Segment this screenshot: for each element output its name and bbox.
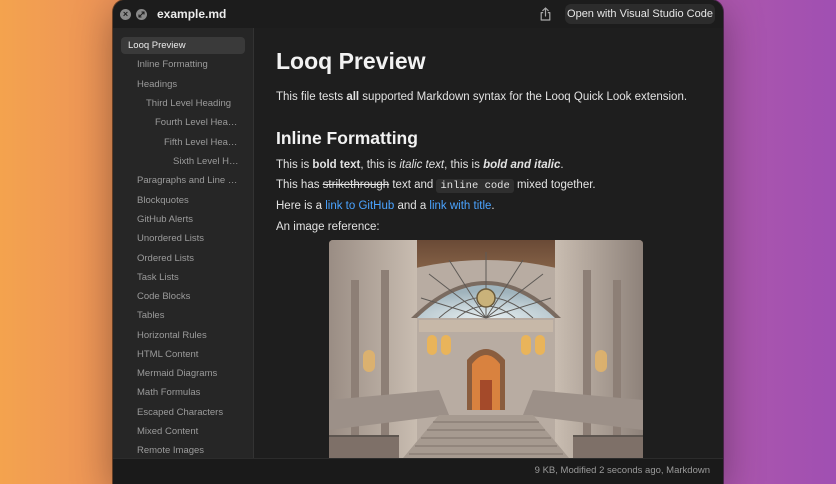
image-reference-label: An image reference: xyxy=(276,221,380,233)
page-title: Looq Preview xyxy=(276,48,426,74)
sidebar-item-paragraphs[interactable]: Paragraphs and Line Breaks xyxy=(121,172,245,189)
status-bar: 9 KB, Modified 2 seconds ago, Markdown xyxy=(113,458,723,484)
sidebar-item-remote-images[interactable]: Remote Images xyxy=(121,442,245,458)
sidebar-item-headings[interactable]: Headings xyxy=(121,76,245,93)
formatting-line-3: Here is a link to GitHub and a link with… xyxy=(276,200,495,212)
sidebar-item-mixed-content[interactable]: Mixed Content xyxy=(121,423,245,440)
sidebar-item-looq-preview[interactable]: Looq Preview xyxy=(121,37,245,54)
sidebar-item-blockquotes[interactable]: Blockquotes xyxy=(121,192,245,209)
sidebar-item-code-blocks[interactable]: Code Blocks xyxy=(121,288,245,305)
section-heading-inline-formatting: Inline Formatting xyxy=(276,128,418,148)
markdown-preview: Looq Preview This file tests all support… xyxy=(254,28,723,458)
formatting-line-1: This is bold text, this is italic text, … xyxy=(276,159,564,171)
sidebar-item-fifth-level-heading[interactable]: Fifth Level Heading xyxy=(121,134,245,151)
sidebar-item-fourth-level-heading[interactable]: Fourth Level Heading xyxy=(121,114,245,131)
fullscreen-icon[interactable] xyxy=(136,8,147,20)
sidebar-item-math-formulas[interactable]: Math Formulas xyxy=(121,384,245,401)
sidebar-item-third-level-heading[interactable]: Third Level Heading xyxy=(121,95,245,112)
sidebar-item-github-alerts[interactable]: GitHub Alerts xyxy=(121,211,245,228)
sidebar-item-escaped-characters[interactable]: Escaped Characters xyxy=(121,404,245,421)
file-info: 9 KB, Modified 2 seconds ago, Markdown xyxy=(534,465,710,476)
share-icon[interactable] xyxy=(539,7,552,21)
close-icon[interactable]: × xyxy=(120,8,131,20)
intro-paragraph: This file tests all supported Markdown s… xyxy=(276,91,688,103)
link-to-github[interactable]: link to GitHub xyxy=(325,200,394,212)
sidebar-item-inline-formatting[interactable]: Inline Formatting xyxy=(121,56,245,73)
sidebar-item-horizontal-rules[interactable]: Horizontal Rules xyxy=(121,327,245,344)
app-window: × example.md Open with Visual Studio Cod… xyxy=(113,0,723,484)
formatting-line-2: This has strikethrough text and inline c… xyxy=(276,179,596,193)
sidebar-item-task-lists[interactable]: Task Lists xyxy=(121,269,245,286)
expand-arrows-icon xyxy=(138,10,145,18)
outline-sidebar: Looq Preview Inline Formatting Headings … xyxy=(113,28,254,458)
inline-code: inline code xyxy=(436,179,514,193)
open-with-editor-button[interactable]: Open with Visual Studio Code xyxy=(565,4,715,24)
sidebar-item-unordered-lists[interactable]: Unordered Lists xyxy=(121,230,245,247)
link-with-title[interactable]: link with title xyxy=(429,200,491,212)
title-bar: × example.md Open with Visual Studio Cod… xyxy=(113,0,723,28)
sidebar-item-sixth-level-heading[interactable]: Sixth Level Heading xyxy=(121,153,245,170)
sidebar-item-html-content[interactable]: HTML Content xyxy=(121,346,245,363)
window-title: example.md xyxy=(157,7,227,21)
station-photo xyxy=(329,240,643,458)
sidebar-item-mermaid-diagrams[interactable]: Mermaid Diagrams xyxy=(121,365,245,382)
sidebar-item-tables[interactable]: Tables xyxy=(121,307,245,324)
sidebar-item-ordered-lists[interactable]: Ordered Lists xyxy=(121,250,245,267)
